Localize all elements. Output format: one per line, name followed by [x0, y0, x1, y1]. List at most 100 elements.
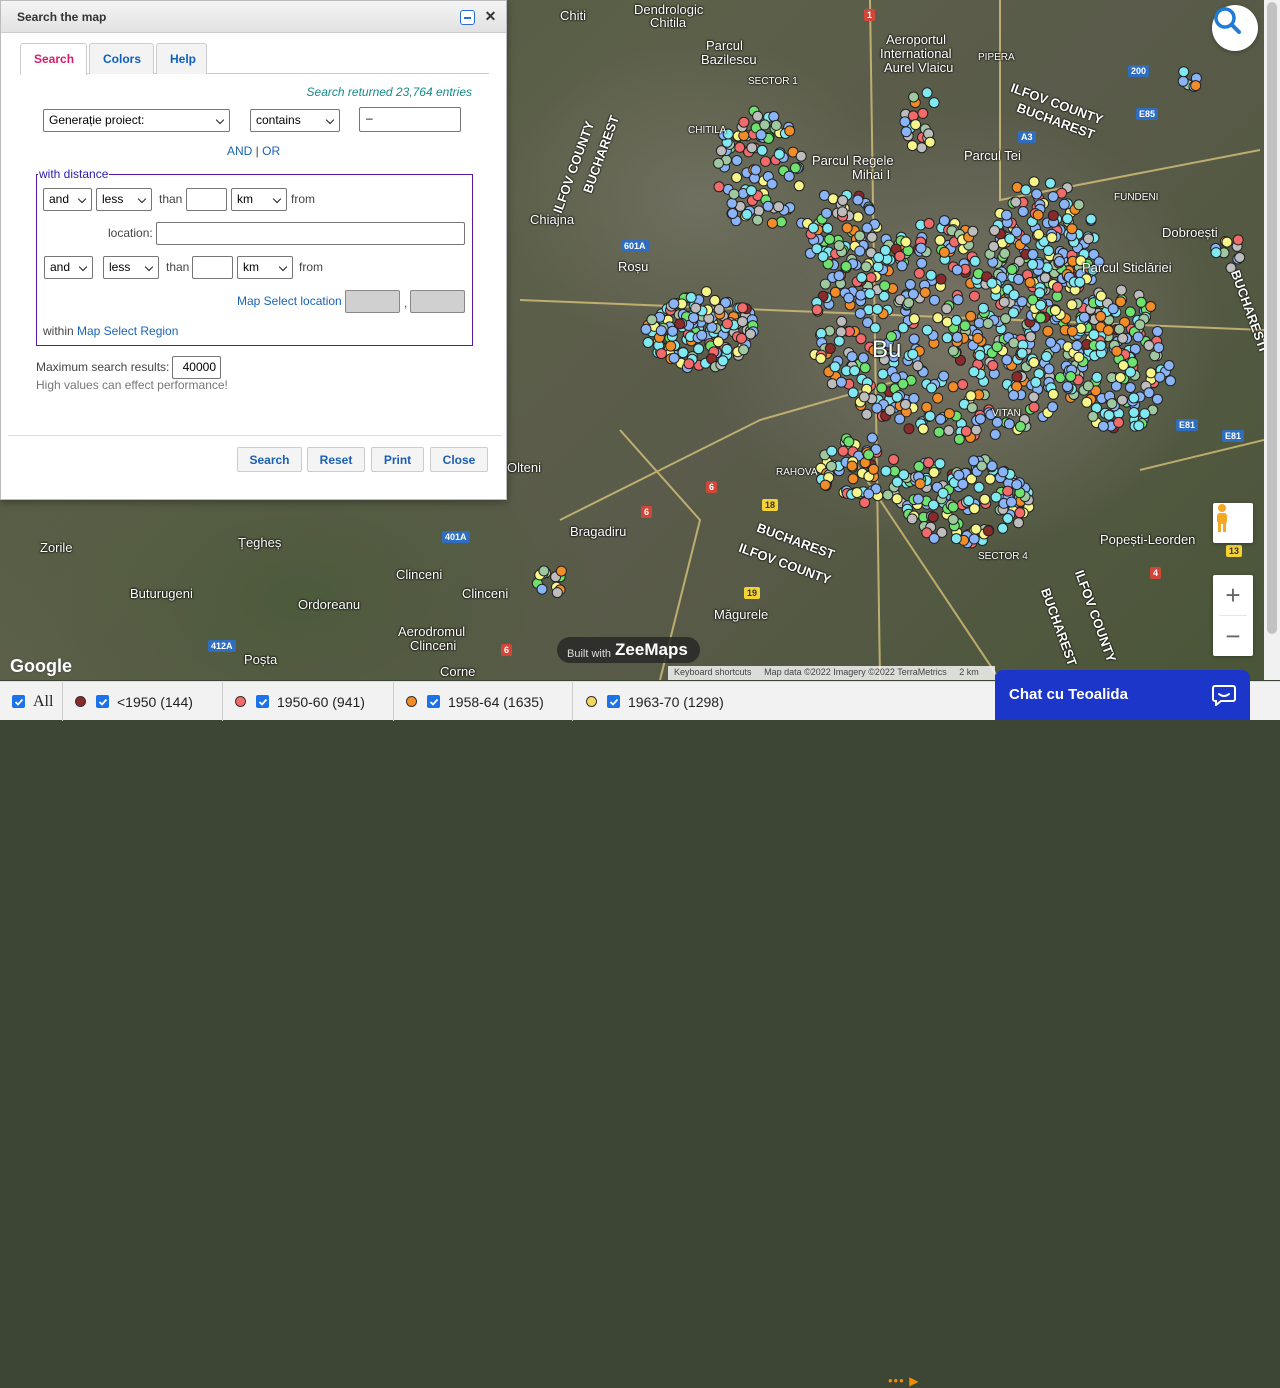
map-marker[interactable]	[1066, 299, 1078, 311]
cmp-select-1[interactable]: less	[96, 188, 152, 211]
map-marker[interactable]	[879, 280, 891, 292]
map-marker[interactable]	[932, 312, 944, 324]
map-marker[interactable]	[1143, 387, 1155, 399]
map-marker[interactable]	[1014, 507, 1026, 519]
map-marker[interactable]	[793, 180, 805, 192]
map-marker[interactable]	[1073, 199, 1085, 211]
map-marker[interactable]	[836, 206, 848, 218]
map-marker[interactable]	[1178, 66, 1190, 78]
map-marker[interactable]	[721, 318, 733, 330]
map-marker[interactable]	[928, 532, 940, 544]
map-marker[interactable]	[775, 216, 787, 228]
map-marker[interactable]	[947, 381, 959, 393]
map-marker[interactable]	[856, 272, 868, 283]
map-marker[interactable]	[1125, 366, 1136, 378]
map-marker[interactable]	[913, 460, 925, 472]
map-marker[interactable]	[846, 351, 858, 363]
legend-checkbox[interactable]	[607, 695, 620, 708]
map-marker[interactable]	[840, 260, 852, 272]
map-marker[interactable]	[773, 201, 785, 213]
map-marker[interactable]	[1095, 310, 1107, 322]
map-marker[interactable]	[713, 303, 725, 315]
map-marker[interactable]	[989, 225, 1000, 236]
longitude-input[interactable]	[410, 290, 465, 313]
map-marker[interactable]	[837, 195, 849, 206]
map-marker[interactable]	[1117, 332, 1129, 344]
map-marker[interactable]	[1210, 247, 1222, 259]
map-marker[interactable]	[731, 172, 743, 183]
map-marker[interactable]	[935, 413, 947, 425]
legend-item[interactable]: 1950-60 (941)	[235, 682, 365, 721]
map-marker[interactable]	[1065, 371, 1077, 382]
map-marker[interactable]	[822, 222, 834, 234]
map-marker[interactable]	[933, 426, 945, 438]
map-marker[interactable]	[727, 208, 739, 219]
map-marker[interactable]	[868, 463, 879, 475]
map-marker[interactable]	[784, 125, 796, 137]
map-marker[interactable]	[1103, 409, 1115, 421]
map-marker[interactable]	[1163, 360, 1175, 371]
map-marker[interactable]	[952, 294, 964, 306]
map-marker[interactable]	[745, 185, 757, 197]
map-marker[interactable]	[927, 511, 939, 523]
map-marker[interactable]	[897, 322, 909, 334]
map-marker[interactable]	[1027, 258, 1039, 270]
map-marker[interactable]	[824, 233, 836, 245]
map-marker[interactable]	[894, 250, 906, 262]
map-marker[interactable]	[846, 460, 858, 472]
filter-value-input[interactable]: –	[359, 107, 461, 132]
map-marker[interactable]	[1085, 213, 1097, 225]
map-marker[interactable]	[984, 473, 996, 485]
map-marker[interactable]	[854, 245, 866, 257]
map-marker[interactable]	[674, 318, 686, 330]
map-marker[interactable]	[908, 392, 920, 404]
map-marker[interactable]	[759, 119, 771, 131]
map-marker[interactable]	[825, 460, 837, 472]
map-marker[interactable]	[921, 87, 933, 99]
map-marker[interactable]	[715, 145, 727, 157]
map-marker[interactable]	[1127, 356, 1138, 368]
map-marker[interactable]	[1017, 206, 1029, 217]
map-marker[interactable]	[916, 257, 928, 269]
map-marker[interactable]	[1020, 184, 1032, 196]
close-button[interactable]: Close	[430, 447, 488, 472]
map-marker[interactable]	[783, 170, 795, 182]
map-marker[interactable]	[979, 493, 991, 505]
map-marker[interactable]	[728, 188, 740, 200]
map-marker[interactable]	[982, 318, 994, 329]
map-marker[interactable]	[871, 303, 883, 315]
map-marker[interactable]	[836, 315, 848, 327]
map-marker[interactable]	[912, 360, 924, 372]
map-marker[interactable]	[713, 181, 725, 193]
chat-widget[interactable]: Chat cu Teoalida	[995, 670, 1250, 720]
map-marker[interactable]	[807, 222, 819, 234]
map-marker[interactable]	[999, 247, 1011, 259]
map-marker[interactable]	[1001, 354, 1013, 366]
map-marker[interactable]	[713, 157, 724, 169]
map-marker[interactable]	[943, 408, 955, 420]
operator-select[interactable]: contains	[250, 109, 340, 132]
map-marker[interactable]	[968, 455, 980, 467]
map-marker[interactable]	[914, 478, 926, 490]
legend-item[interactable]: 1963-70 (1298)	[586, 682, 724, 721]
map-marker[interactable]	[921, 324, 933, 336]
map-marker[interactable]	[1047, 191, 1059, 203]
legend-more-button[interactable]: ••• ▶	[888, 1373, 920, 1388]
map-marker[interactable]	[908, 91, 920, 103]
map-marker[interactable]	[646, 314, 658, 326]
map-marker[interactable]	[989, 428, 1001, 440]
map-marker[interactable]	[1078, 311, 1090, 323]
map-marker[interactable]	[1066, 325, 1078, 337]
map-marker[interactable]	[925, 269, 937, 281]
map-marker[interactable]	[712, 336, 724, 348]
map-marker[interactable]	[752, 110, 764, 122]
map-marker[interactable]	[1015, 420, 1026, 432]
map-marker[interactable]	[1016, 347, 1028, 359]
map-marker[interactable]	[1045, 336, 1057, 348]
keyboard-shortcuts-link[interactable]: Keyboard shortcuts	[674, 667, 752, 677]
map-marker[interactable]	[1062, 381, 1073, 393]
map-marker[interactable]	[1028, 391, 1040, 403]
map-marker[interactable]	[900, 236, 912, 248]
map-marker[interactable]	[1008, 337, 1020, 349]
map-marker[interactable]	[826, 445, 838, 457]
